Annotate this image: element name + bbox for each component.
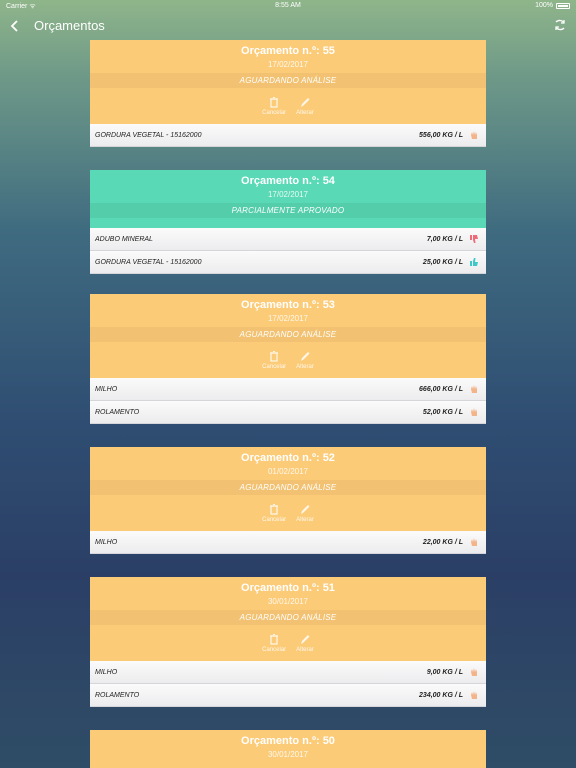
budget-item-row[interactable]: GORDURA VEGETAL - 15162000 25,00 KG / L <box>90 251 486 274</box>
refresh-icon[interactable] <box>553 18 567 32</box>
budget-card[interactable]: Orçamento n.º: 52 01/02/2017 AGUARDANDO … <box>90 447 486 554</box>
item-quantity: 7,00 KG / L <box>426 235 463 243</box>
budget-title: Orçamento n.º: 51 <box>241 582 335 594</box>
hand-icon <box>471 538 477 546</box>
budget-card-header: Orçamento n.º: 53 17/02/2017 AGUARDANDO … <box>90 294 486 378</box>
item-name: GORDURA VEGETAL - 15162000 <box>95 258 202 266</box>
item-quantity: 9,00 KG / L <box>426 668 463 676</box>
budget-actions: Cancelar Alterar <box>90 342 486 378</box>
pencil-icon <box>301 97 310 107</box>
budget-item-row[interactable]: GORDURA VEGETAL - 15162000 556,00 KG / L <box>90 124 486 147</box>
budget-title: Orçamento n.º: 50 <box>241 735 335 747</box>
cancel-button[interactable]: Cancelar <box>262 503 287 523</box>
back-chevron-icon[interactable] <box>9 19 21 33</box>
budget-actions: Cancelar Alterar <box>90 88 486 124</box>
hand-icon <box>471 385 477 393</box>
cancel-label: Cancelar <box>262 646 287 653</box>
cancel-label: Cancelar <box>262 363 287 370</box>
budget-card-header: Orçamento n.º: 55 17/02/2017 AGUARDANDO … <box>90 40 486 124</box>
budget-title: Orçamento n.º: 53 <box>241 299 335 311</box>
trash-icon <box>270 350 279 362</box>
budget-status: AGUARDANDO ANÁLISE <box>90 480 486 495</box>
budget-item-row[interactable]: ROLAMENTO 234,00 KG / L <box>90 684 486 707</box>
budget-title: Orçamento n.º: 52 <box>241 452 335 464</box>
budget-card-header: Orçamento n.º: 52 01/02/2017 AGUARDANDO … <box>90 447 486 531</box>
battery-percent: 100% <box>535 2 553 9</box>
budget-card[interactable]: Orçamento n.º: 55 17/02/2017 AGUARDANDO … <box>90 40 486 147</box>
item-name: GORDURA VEGETAL - 15162000 <box>95 131 202 139</box>
item-name: MILHO <box>95 668 118 676</box>
item-name: ROLAMENTO <box>95 691 140 699</box>
clock: 8:55 AM <box>275 2 301 9</box>
budget-date: 17/02/2017 <box>267 190 309 199</box>
hand-icon <box>471 408 477 416</box>
edit-button[interactable]: Alterar <box>296 351 314 370</box>
budget-actions: Cancelar Alterar <box>90 495 486 531</box>
budget-status: AGUARDANDO ANÁLISE <box>90 327 486 342</box>
budget-card[interactable]: Orçamento n.º: 54 17/02/2017 PARCIALMENT… <box>90 170 486 274</box>
page-title: Orçamentos <box>34 18 105 33</box>
navigation-bar: Orçamentos <box>0 12 576 40</box>
cancel-button[interactable]: Cancelar <box>262 96 287 116</box>
budget-status: AGUARDANDO ANÁLISE <box>90 73 486 88</box>
item-name: ADUBO MINERAL <box>95 235 153 243</box>
battery-indicator: 100% <box>535 2 570 9</box>
trash-icon <box>270 633 279 645</box>
battery-icon <box>556 2 570 9</box>
budget-date: 17/02/2017 <box>267 60 309 69</box>
pencil-icon <box>301 634 310 644</box>
cancel-button[interactable]: Cancelar <box>262 350 287 370</box>
budget-item-row[interactable]: MILHO 22,00 KG / L <box>90 531 486 554</box>
item-quantity: 52,00 KG / L <box>422 408 463 416</box>
thumbs-down-icon <box>470 235 478 243</box>
item-quantity: 666,00 KG / L <box>419 385 463 393</box>
thumbs-up-icon <box>470 258 478 266</box>
item-name: ROLAMENTO <box>95 408 140 416</box>
budget-card-header: Orçamento n.º: 54 17/02/2017 PARCIALMENT… <box>90 170 486 228</box>
budget-date: 30/01/2017 <box>267 597 309 606</box>
pencil-icon <box>301 504 310 514</box>
hand-icon <box>471 131 477 139</box>
trash-icon <box>270 96 279 108</box>
hand-icon <box>471 668 477 676</box>
budget-item-row[interactable]: MILHO 9,00 KG / L <box>90 661 486 684</box>
edit-label: Alterar <box>296 109 314 116</box>
budget-title: Orçamento n.º: 54 <box>241 175 335 187</box>
budget-card-header: Orçamento n.º: 51 30/01/2017 AGUARDANDO … <box>90 577 486 661</box>
cancel-button[interactable]: Cancelar <box>262 633 287 653</box>
budget-item-row[interactable]: MILHO 666,00 KG / L <box>90 378 486 401</box>
item-quantity: 22,00 KG / L <box>422 538 463 546</box>
budget-title: Orçamento n.º: 55 <box>241 45 335 57</box>
trash-icon <box>270 503 279 515</box>
item-quantity: 234,00 KG / L <box>419 691 463 699</box>
edit-button[interactable]: Alterar <box>296 97 314 116</box>
budget-actions: Cancelar Alterar <box>90 625 486 661</box>
item-quantity: 25,00 KG / L <box>422 258 463 266</box>
budget-card-header: Orçamento n.º: 50 30/01/2017 <box>90 730 486 768</box>
item-name: MILHO <box>95 538 118 546</box>
edit-label: Alterar <box>296 646 314 653</box>
budget-date: 17/02/2017 <box>267 314 309 323</box>
budget-card[interactable]: Orçamento n.º: 53 17/02/2017 AGUARDANDO … <box>90 294 486 424</box>
budget-date: 30/01/2017 <box>267 750 309 759</box>
status-bar: Carrier ᯤ 8:55 AM 100% <box>0 0 576 12</box>
budget-item-row[interactable]: ADUBO MINERAL 7,00 KG / L <box>90 228 486 251</box>
budget-date: 01/02/2017 <box>267 467 309 476</box>
edit-label: Alterar <box>296 516 314 523</box>
budget-item-row[interactable]: ROLAMENTO 52,00 KG / L <box>90 401 486 424</box>
cancel-label: Cancelar <box>262 516 287 523</box>
hand-icon <box>471 691 477 699</box>
edit-button[interactable]: Alterar <box>296 634 314 653</box>
budget-card[interactable]: Orçamento n.º: 51 30/01/2017 AGUARDANDO … <box>90 577 486 707</box>
budget-status: PARCIALMENTE APROVADO <box>90 203 486 218</box>
edit-button[interactable]: Alterar <box>296 504 314 523</box>
budget-status: AGUARDANDO ANÁLISE <box>90 610 486 625</box>
edit-label: Alterar <box>296 363 314 370</box>
item-name: MILHO <box>95 385 118 393</box>
budget-card[interactable]: Orçamento n.º: 50 30/01/2017 <box>90 730 486 768</box>
cancel-label: Cancelar <box>262 109 287 116</box>
pencil-icon <box>301 351 310 361</box>
item-quantity: 556,00 KG / L <box>419 131 463 139</box>
